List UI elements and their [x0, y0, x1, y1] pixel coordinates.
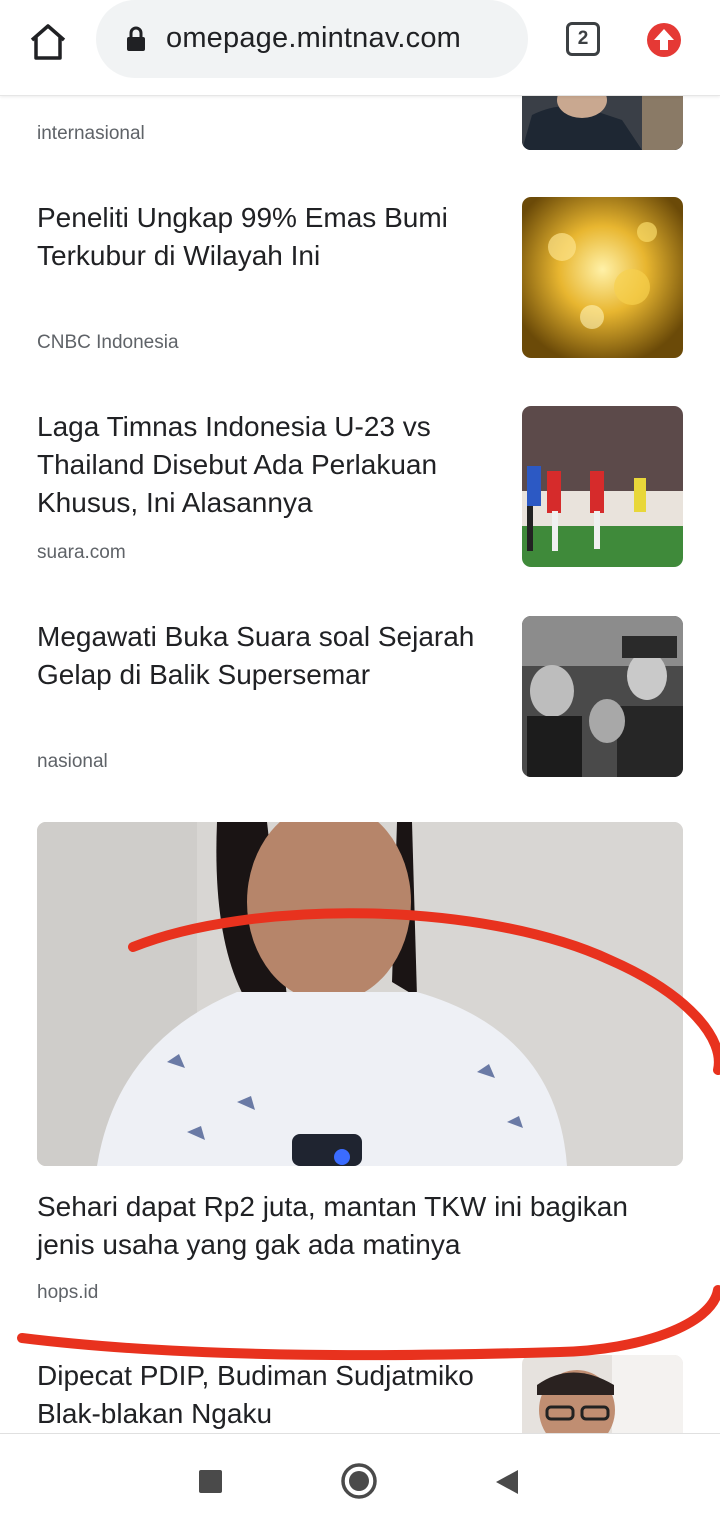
- tab-switcher-button[interactable]: 2: [566, 22, 600, 56]
- url-text: omepage.mintnav.com: [166, 22, 462, 54]
- nav-home-icon[interactable]: [340, 1462, 378, 1500]
- news-source: suara.com: [37, 542, 126, 563]
- news-source: internasional: [37, 123, 145, 144]
- lock-icon: [126, 26, 146, 52]
- news-thumbnail: [522, 616, 683, 777]
- news-thumbnail: [522, 197, 683, 358]
- news-title: Laga Timnas Indonesia U-23 vs Thailand D…: [37, 411, 438, 518]
- address-bar[interactable]: omepage.mintnav.com: [96, 0, 528, 78]
- update-arrow-icon[interactable]: [646, 22, 682, 58]
- home-icon[interactable]: [24, 18, 72, 66]
- news-title: Dipecat PDIP, Budiman Sudjatmiko Blak-bl…: [37, 1360, 474, 1429]
- news-title: Megawati Buka Suara soal Sejarah Gelap d…: [37, 621, 475, 690]
- news-thumbnail: [522, 406, 683, 567]
- recent-apps-icon[interactable]: [199, 1470, 222, 1493]
- featured-title[interactable]: Sehari dapat Rp2 juta, mantan TKW ini ba…: [37, 1188, 683, 1264]
- news-thumbnail: [522, 1355, 683, 1433]
- featured-image[interactable]: [37, 822, 683, 1166]
- featured-source: hops.id: [37, 1282, 99, 1303]
- news-source: nasional: [37, 751, 108, 772]
- system-nav-bar: [0, 1433, 720, 1529]
- browser-toolbar: omepage.mintnav.com 2: [0, 0, 720, 96]
- news-source: CNBC Indonesia: [37, 332, 179, 353]
- news-title: Peneliti Ungkap 99% Emas Bumi Terkubur d…: [37, 202, 448, 271]
- back-icon[interactable]: [494, 1468, 520, 1496]
